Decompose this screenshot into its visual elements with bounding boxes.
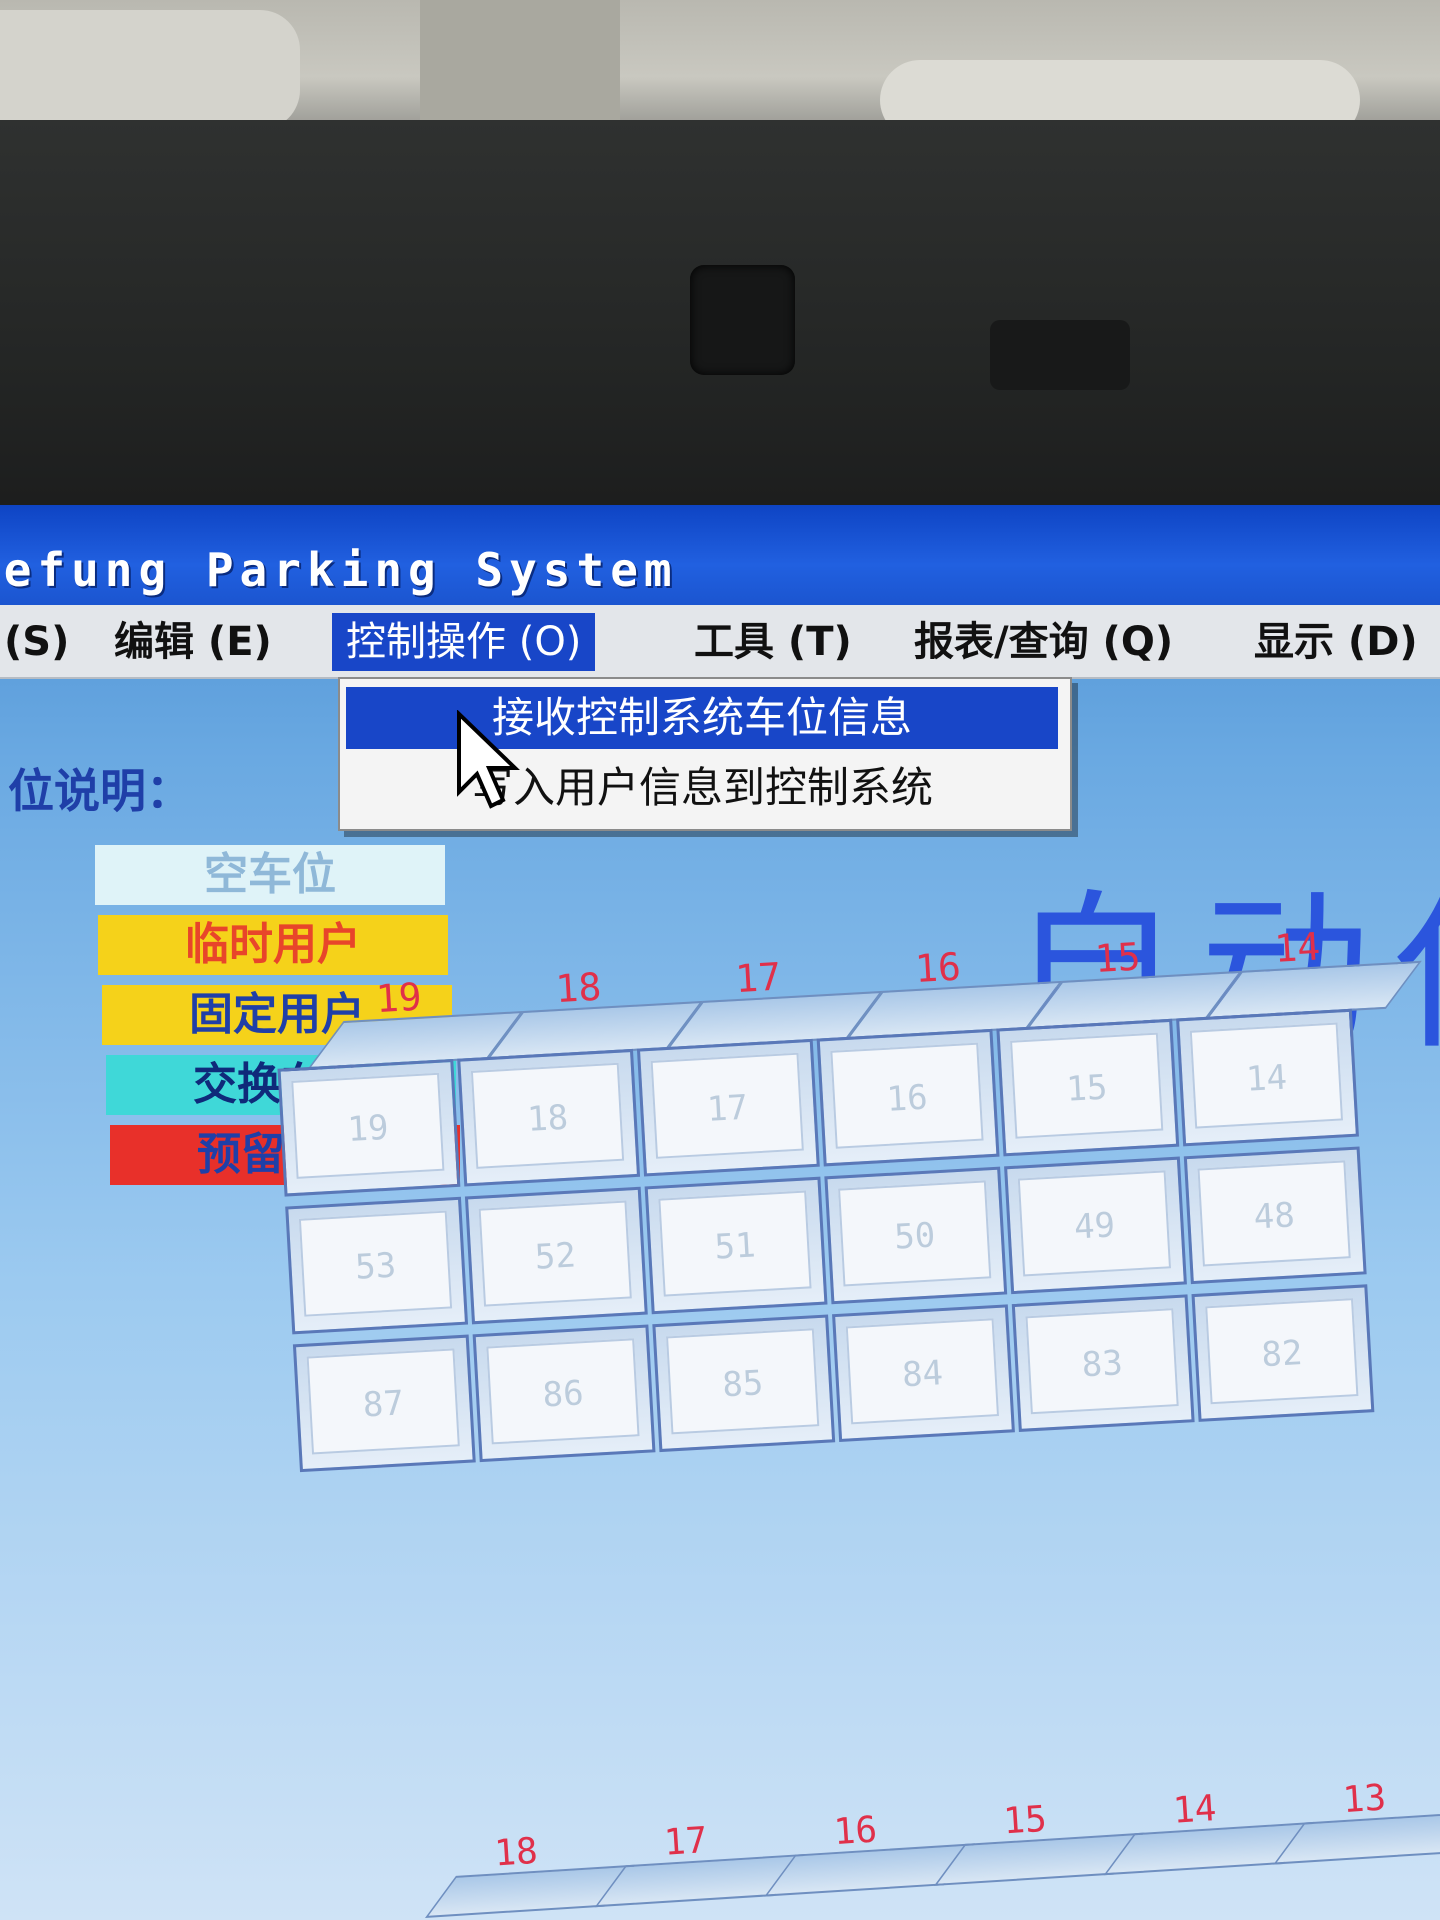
parking-slot[interactable]: 49	[1004, 1156, 1187, 1295]
parking-slot[interactable]: 86	[472, 1324, 656, 1463]
parking-slot[interactable]: 51	[644, 1176, 828, 1315]
parking-slot-number: 49	[1017, 1170, 1172, 1277]
receive-parking-info-item[interactable]: 接收控制系统车位信息	[346, 687, 1058, 749]
parking-slot-number: 87	[306, 1348, 460, 1455]
parking-slot[interactable]: 48	[1183, 1146, 1367, 1285]
desk-shadow	[420, 0, 620, 140]
parking-slot[interactable]: 85	[652, 1314, 836, 1453]
menu-bar: (S) 编辑 (E) 控制操作 (O) 工具 (T) 报表/查询 (Q) 显示 …	[0, 605, 1440, 679]
parking-slot-number: 19	[291, 1072, 445, 1179]
parking-slot-number: 48	[1197, 1160, 1351, 1267]
bezel-clip	[990, 320, 1130, 390]
webcam	[690, 265, 795, 375]
chair-left	[0, 10, 300, 130]
room-background	[0, 0, 1440, 140]
write-user-info-item[interactable]: 写入用户信息到控制系统	[346, 757, 1058, 819]
parking-slot-number: 17	[650, 1052, 804, 1159]
parking-slot[interactable]: 16	[816, 1028, 1000, 1167]
parking-slot-number: 14	[1189, 1022, 1344, 1129]
parking-slot[interactable]: 15	[996, 1018, 1180, 1157]
parking-slot[interactable]: 84	[832, 1304, 1015, 1443]
parking-slot[interactable]: 19	[277, 1058, 461, 1197]
menu-edit[interactable]: 编辑 (E)	[100, 613, 286, 671]
parking-grid: 19 18 17 16 15 14 19 18 17 16 15 14 53 52 51 50 49 48 87 86…	[270, 854, 1440, 1554]
parking-slot-number: 84	[845, 1318, 999, 1425]
parking-grid-lower: 18 17 16 15 14 13	[390, 1771, 1440, 1920]
parking-slot-number: 83	[1025, 1308, 1179, 1415]
parking-slot-number: 18	[470, 1062, 625, 1169]
parking-slot-number: 52	[478, 1200, 632, 1307]
parking-slot-number: 51	[658, 1190, 812, 1297]
legend-title: 位说明：	[8, 764, 192, 818]
app-title: eefung Parking System	[0, 543, 678, 597]
parking-slot[interactable]: 52	[464, 1186, 648, 1325]
parking-slot-number: 82	[1205, 1298, 1359, 1405]
menu-system[interactable]: (S)	[0, 613, 83, 671]
control-dropdown-menu: 接收控制系统车位信息 写入用户信息到控制系统	[338, 677, 1072, 831]
parking-slot-number: 53	[298, 1210, 453, 1317]
parking-slot[interactable]: 53	[285, 1196, 469, 1335]
parking-slot[interactable]: 83	[1011, 1294, 1195, 1432]
parking-slot-number: 86	[486, 1338, 640, 1445]
parking-slot[interactable]: 18	[457, 1048, 641, 1187]
legend-empty-slot: 空车位	[95, 845, 445, 905]
parking-slot[interactable]: 14	[1176, 1008, 1359, 1147]
parking-slot[interactable]: 87	[292, 1334, 476, 1473]
parking-slot[interactable]: 17	[636, 1038, 820, 1177]
title-bar: eefung Parking System	[0, 505, 1440, 605]
menu-report[interactable]: 报表/查询 (Q)	[900, 613, 1187, 671]
menu-control[interactable]: 控制操作 (O)	[332, 613, 596, 671]
parking-slot[interactable]: 50	[824, 1166, 1008, 1305]
menu-display[interactable]: 显示 (D)	[1240, 613, 1432, 671]
app-window: eefung Parking System (S) 编辑 (E) 控制操作 (O…	[0, 505, 1440, 1920]
parking-slot-number: 50	[838, 1180, 992, 1287]
parking-slot-number: 85	[666, 1328, 820, 1435]
parking-slot[interactable]: 82	[1191, 1284, 1375, 1422]
mouse-cursor-icon	[457, 710, 520, 809]
parking-slot-number: 15	[1010, 1032, 1164, 1139]
parking-slot-number: 16	[830, 1042, 984, 1149]
menu-tools[interactable]: 工具 (T)	[680, 613, 866, 671]
